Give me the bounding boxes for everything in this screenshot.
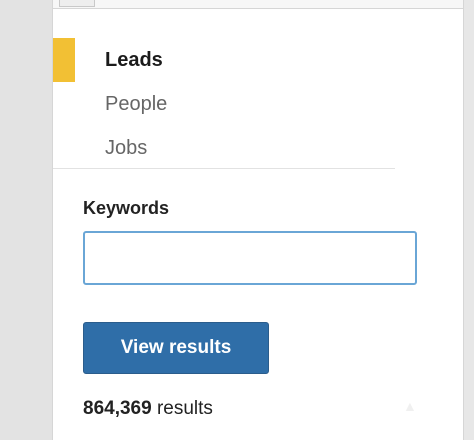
keywords-input[interactable] bbox=[83, 231, 417, 285]
panel-top-edge bbox=[53, 0, 463, 9]
faded-caret-icon: ▲ bbox=[403, 398, 417, 414]
nav-item-label: Jobs bbox=[105, 137, 148, 159]
nav-item-jobs[interactable]: Jobs bbox=[53, 126, 395, 170]
view-results-button[interactable]: View results bbox=[83, 322, 269, 374]
nav-item-leads[interactable]: Leads bbox=[53, 38, 395, 82]
divider bbox=[53, 168, 395, 169]
active-marker bbox=[53, 38, 75, 82]
filter-panel: Leads People Jobs Keywords View results … bbox=[52, 0, 464, 440]
nav-item-label: Leads bbox=[105, 49, 163, 71]
keywords-label: Keywords bbox=[83, 198, 170, 218]
page: Leads People Jobs Keywords View results … bbox=[0, 0, 474, 440]
nav-item-people[interactable]: People bbox=[53, 82, 395, 126]
search-type-nav: Leads People Jobs bbox=[53, 38, 395, 170]
panel-top-tab bbox=[59, 0, 95, 7]
keywords-form: Keywords bbox=[83, 198, 423, 285]
results-suffix: results bbox=[156, 398, 213, 419]
results-count: 864,369 bbox=[83, 398, 152, 419]
nav-item-label: People bbox=[105, 93, 168, 115]
left-gutter bbox=[0, 0, 52, 440]
results-summary: 864,369 results bbox=[83, 398, 213, 420]
